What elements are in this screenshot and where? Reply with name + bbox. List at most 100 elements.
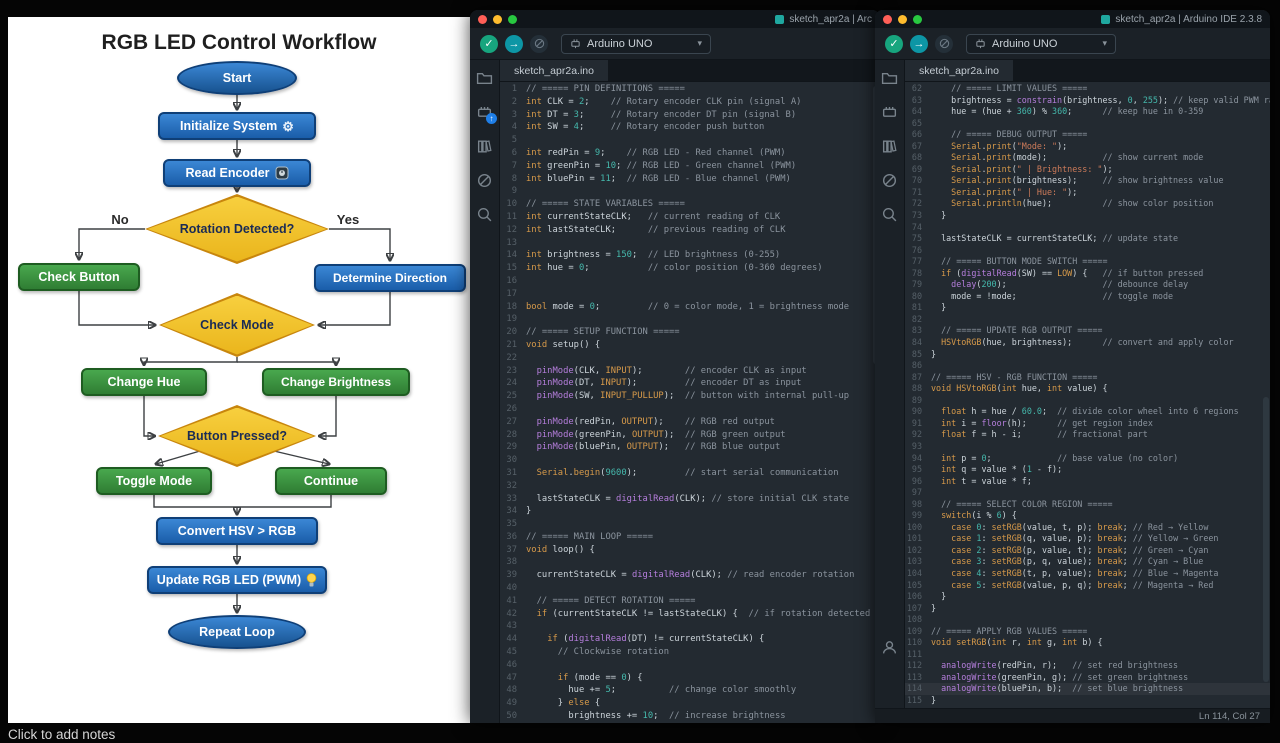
flow-node-start[interactable]: Start bbox=[177, 61, 297, 95]
code-line[interactable]: 7 int greenPin = 10; // RGB LED - Green c… bbox=[500, 160, 880, 173]
slide-canvas[interactable]: RGB LED Control Workflow Start Initializ… bbox=[8, 17, 470, 723]
code-line[interactable]: 22 bbox=[500, 352, 880, 365]
upload-button[interactable]: → bbox=[910, 34, 928, 53]
code-line[interactable]: 20 // ===== SETUP FUNCTION ===== bbox=[500, 326, 880, 339]
code-line[interactable]: 26 bbox=[500, 403, 880, 416]
code-line[interactable]: 5 bbox=[500, 134, 880, 147]
flow-node-change-brightness[interactable]: Change Brightness bbox=[262, 368, 410, 396]
code-line[interactable]: 90 float h = hue / 60.0; // divide color… bbox=[905, 406, 1270, 418]
board-selector[interactable]: Arduino UNO ▾ bbox=[966, 33, 1116, 54]
account-icon[interactable] bbox=[881, 639, 898, 656]
code-line[interactable]: 49 } else { bbox=[500, 697, 880, 710]
flow-node-toggle-mode[interactable]: Toggle Mode bbox=[96, 467, 212, 495]
code-line[interactable]: 92 float f = h - i; // fractional part bbox=[905, 429, 1270, 441]
code-line[interactable]: 104 case 4: setRGB(t, p, value); break; … bbox=[905, 568, 1270, 580]
minimize-button[interactable] bbox=[898, 14, 907, 24]
code-line[interactable]: 25 pinMode(SW, INPUT_PULLUP); // button … bbox=[500, 390, 880, 403]
code-line[interactable]: 17 bbox=[500, 288, 880, 301]
code-line[interactable]: 37 void loop() { bbox=[500, 544, 880, 557]
code-line[interactable]: 45 // Clockwise rotation bbox=[500, 646, 880, 659]
code-line[interactable]: 85} bbox=[905, 349, 1270, 361]
tab-sketch[interactable]: sketch_apr2a.ino bbox=[905, 60, 1013, 81]
code-line[interactable]: 24 pinMode(DT, INPUT); // encoder DT as … bbox=[500, 377, 880, 390]
code-line[interactable]: 103 case 3: setRGB(p, q, value); break; … bbox=[905, 556, 1270, 568]
code-line[interactable]: 95 int q = value * (1 - f); bbox=[905, 464, 1270, 476]
code-line[interactable]: 9 bbox=[500, 185, 880, 198]
tab-sketch[interactable]: sketch_apr2a.ino bbox=[500, 60, 608, 81]
code-line[interactable]: 30 bbox=[500, 454, 880, 467]
debug-button[interactable] bbox=[935, 34, 953, 53]
verify-button[interactable]: ✓ bbox=[480, 34, 498, 53]
code-line[interactable]: 96 int t = value * f; bbox=[905, 476, 1270, 488]
code-line[interactable]: 43 bbox=[500, 620, 880, 633]
boards-manager-icon[interactable] bbox=[881, 104, 898, 121]
code-line[interactable]: 2 int CLK = 2; // Rotary encoder CLK pin … bbox=[500, 96, 880, 109]
code-line[interactable]: 62 // ===== LIMIT VALUES ===== bbox=[905, 83, 1270, 95]
code-line[interactable]: 102 case 2: setRGB(p, value, t); break; … bbox=[905, 545, 1270, 557]
code-line[interactable]: 77 // ===== BUTTON MODE SWITCH ===== bbox=[905, 256, 1270, 268]
code-line[interactable]: 68 Serial.print(mode); // show current m… bbox=[905, 152, 1270, 164]
code-line[interactable]: 50 brightness += 10; // increase brightn… bbox=[500, 710, 880, 723]
code-line[interactable]: 106 } bbox=[905, 591, 1270, 603]
code-line[interactable]: 64 hue = (hue + 360) % 360; // keep hue … bbox=[905, 106, 1270, 118]
debug-icon[interactable] bbox=[881, 172, 898, 189]
flow-node-repeat-loop[interactable]: Repeat Loop bbox=[168, 615, 306, 649]
code-line[interactable]: 113 analogWrite(greenPin, g); // set gre… bbox=[905, 672, 1270, 684]
code-line[interactable]: 115} bbox=[905, 695, 1270, 707]
code-line[interactable]: 70 Serial.print(brightness); // show bri… bbox=[905, 175, 1270, 187]
code-line[interactable]: 11 int currentStateCLK; // current readin… bbox=[500, 211, 880, 224]
flow-node-check-button[interactable]: Check Button bbox=[18, 263, 140, 291]
code-line[interactable]: 67 Serial.print("Mode: "); bbox=[905, 141, 1270, 153]
code-line[interactable]: 15 int hue = 0; // color position (0-360 … bbox=[500, 262, 880, 275]
code-line[interactable]: 79 delay(200); // debounce delay bbox=[905, 279, 1270, 291]
code-line[interactable]: 46 bbox=[500, 659, 880, 672]
code-line[interactable]: 100 case 0: setRGB(value, t, p); break; … bbox=[905, 522, 1270, 534]
close-button[interactable] bbox=[478, 14, 487, 24]
code-editor[interactable]: 1 // ===== PIN DEFINITIONS ===== 2 int CLK … bbox=[500, 82, 880, 723]
flow-node-change-hue[interactable]: Change Hue bbox=[81, 368, 207, 396]
flow-node-read-encoder[interactable]: Read Encoder bbox=[163, 159, 311, 187]
code-line[interactable]: 97 bbox=[905, 487, 1270, 499]
code-line[interactable]: 12 int lastStateCLK; // previous reading … bbox=[500, 224, 880, 237]
code-line[interactable]: 40 bbox=[500, 582, 880, 595]
code-editor[interactable]: 62 // ===== LIMIT VALUES ===== 63 brightn… bbox=[905, 82, 1270, 708]
close-button[interactable] bbox=[883, 14, 892, 24]
code-line[interactable]: 76 bbox=[905, 245, 1270, 257]
code-line[interactable]: 10 // ===== STATE VARIABLES ===== bbox=[500, 198, 880, 211]
flow-node-initialize-system[interactable]: Initialize System ⚙ bbox=[158, 112, 316, 140]
flow-node-continue[interactable]: Continue bbox=[275, 467, 387, 495]
code-line[interactable]: 75 lastStateCLK = currentStateCLK; // up… bbox=[905, 233, 1270, 245]
code-line[interactable]: 84 HSVtoRGB(hue, brightness); // convert… bbox=[905, 337, 1270, 349]
code-line[interactable]: 89 bbox=[905, 395, 1270, 407]
code-line[interactable]: 48 hue += 5; // change color smoothly bbox=[500, 684, 880, 697]
verify-button[interactable]: ✓ bbox=[885, 34, 903, 53]
code-line[interactable]: 31 Serial.begin(9600); // start serial c… bbox=[500, 467, 880, 480]
zoom-button[interactable] bbox=[913, 14, 922, 24]
library-manager-icon[interactable] bbox=[476, 138, 493, 155]
code-line[interactable]: 114 analogWrite(bluePin, b); // set blue… bbox=[905, 683, 1270, 695]
code-line[interactable]: 19 bbox=[500, 313, 880, 326]
code-line[interactable]: 65 bbox=[905, 118, 1270, 130]
code-line[interactable]: 107} bbox=[905, 603, 1270, 615]
code-line[interactable]: 109 // ===== APPLY RGB VALUES ===== bbox=[905, 626, 1270, 638]
search-icon[interactable] bbox=[476, 206, 493, 223]
code-line[interactable]: 80 mode = !mode; // toggle mode bbox=[905, 291, 1270, 303]
debug-button[interactable] bbox=[530, 34, 548, 53]
code-line[interactable]: 44 if (digitalRead(DT) != currentStateCL… bbox=[500, 633, 880, 646]
code-line[interactable]: 23 pinMode(CLK, INPUT); // encoder CLK a… bbox=[500, 365, 880, 378]
code-line[interactable]: 81 } bbox=[905, 302, 1270, 314]
code-line[interactable]: 91 int i = floor(h); // get region index bbox=[905, 418, 1270, 430]
code-line[interactable]: 4 int SW = 4; // Rotary encoder push butt… bbox=[500, 121, 880, 134]
code-line[interactable]: 47 if (mode == 0) { bbox=[500, 672, 880, 685]
code-line[interactable]: 32 bbox=[500, 480, 880, 493]
code-line[interactable]: 105 case 5: setRGB(value, p, q); break; … bbox=[905, 580, 1270, 592]
code-line[interactable]: 72 Serial.println(hue); // show color po… bbox=[905, 198, 1270, 210]
code-line[interactable]: 112 analogWrite(redPin, r); // set red b… bbox=[905, 660, 1270, 672]
zoom-button[interactable] bbox=[508, 14, 517, 24]
code-line[interactable]: 34} bbox=[500, 505, 880, 518]
code-line[interactable]: 14 int brightness = 150; // LED brightnes… bbox=[500, 249, 880, 262]
code-line[interactable]: 93 bbox=[905, 441, 1270, 453]
code-line[interactable]: 3 int DT = 3; // Rotary encoder DT pin (s… bbox=[500, 109, 880, 122]
code-line[interactable]: 39 currentStateCLK = digitalRead(CLK); /… bbox=[500, 569, 880, 582]
code-line[interactable]: 38 bbox=[500, 556, 880, 569]
